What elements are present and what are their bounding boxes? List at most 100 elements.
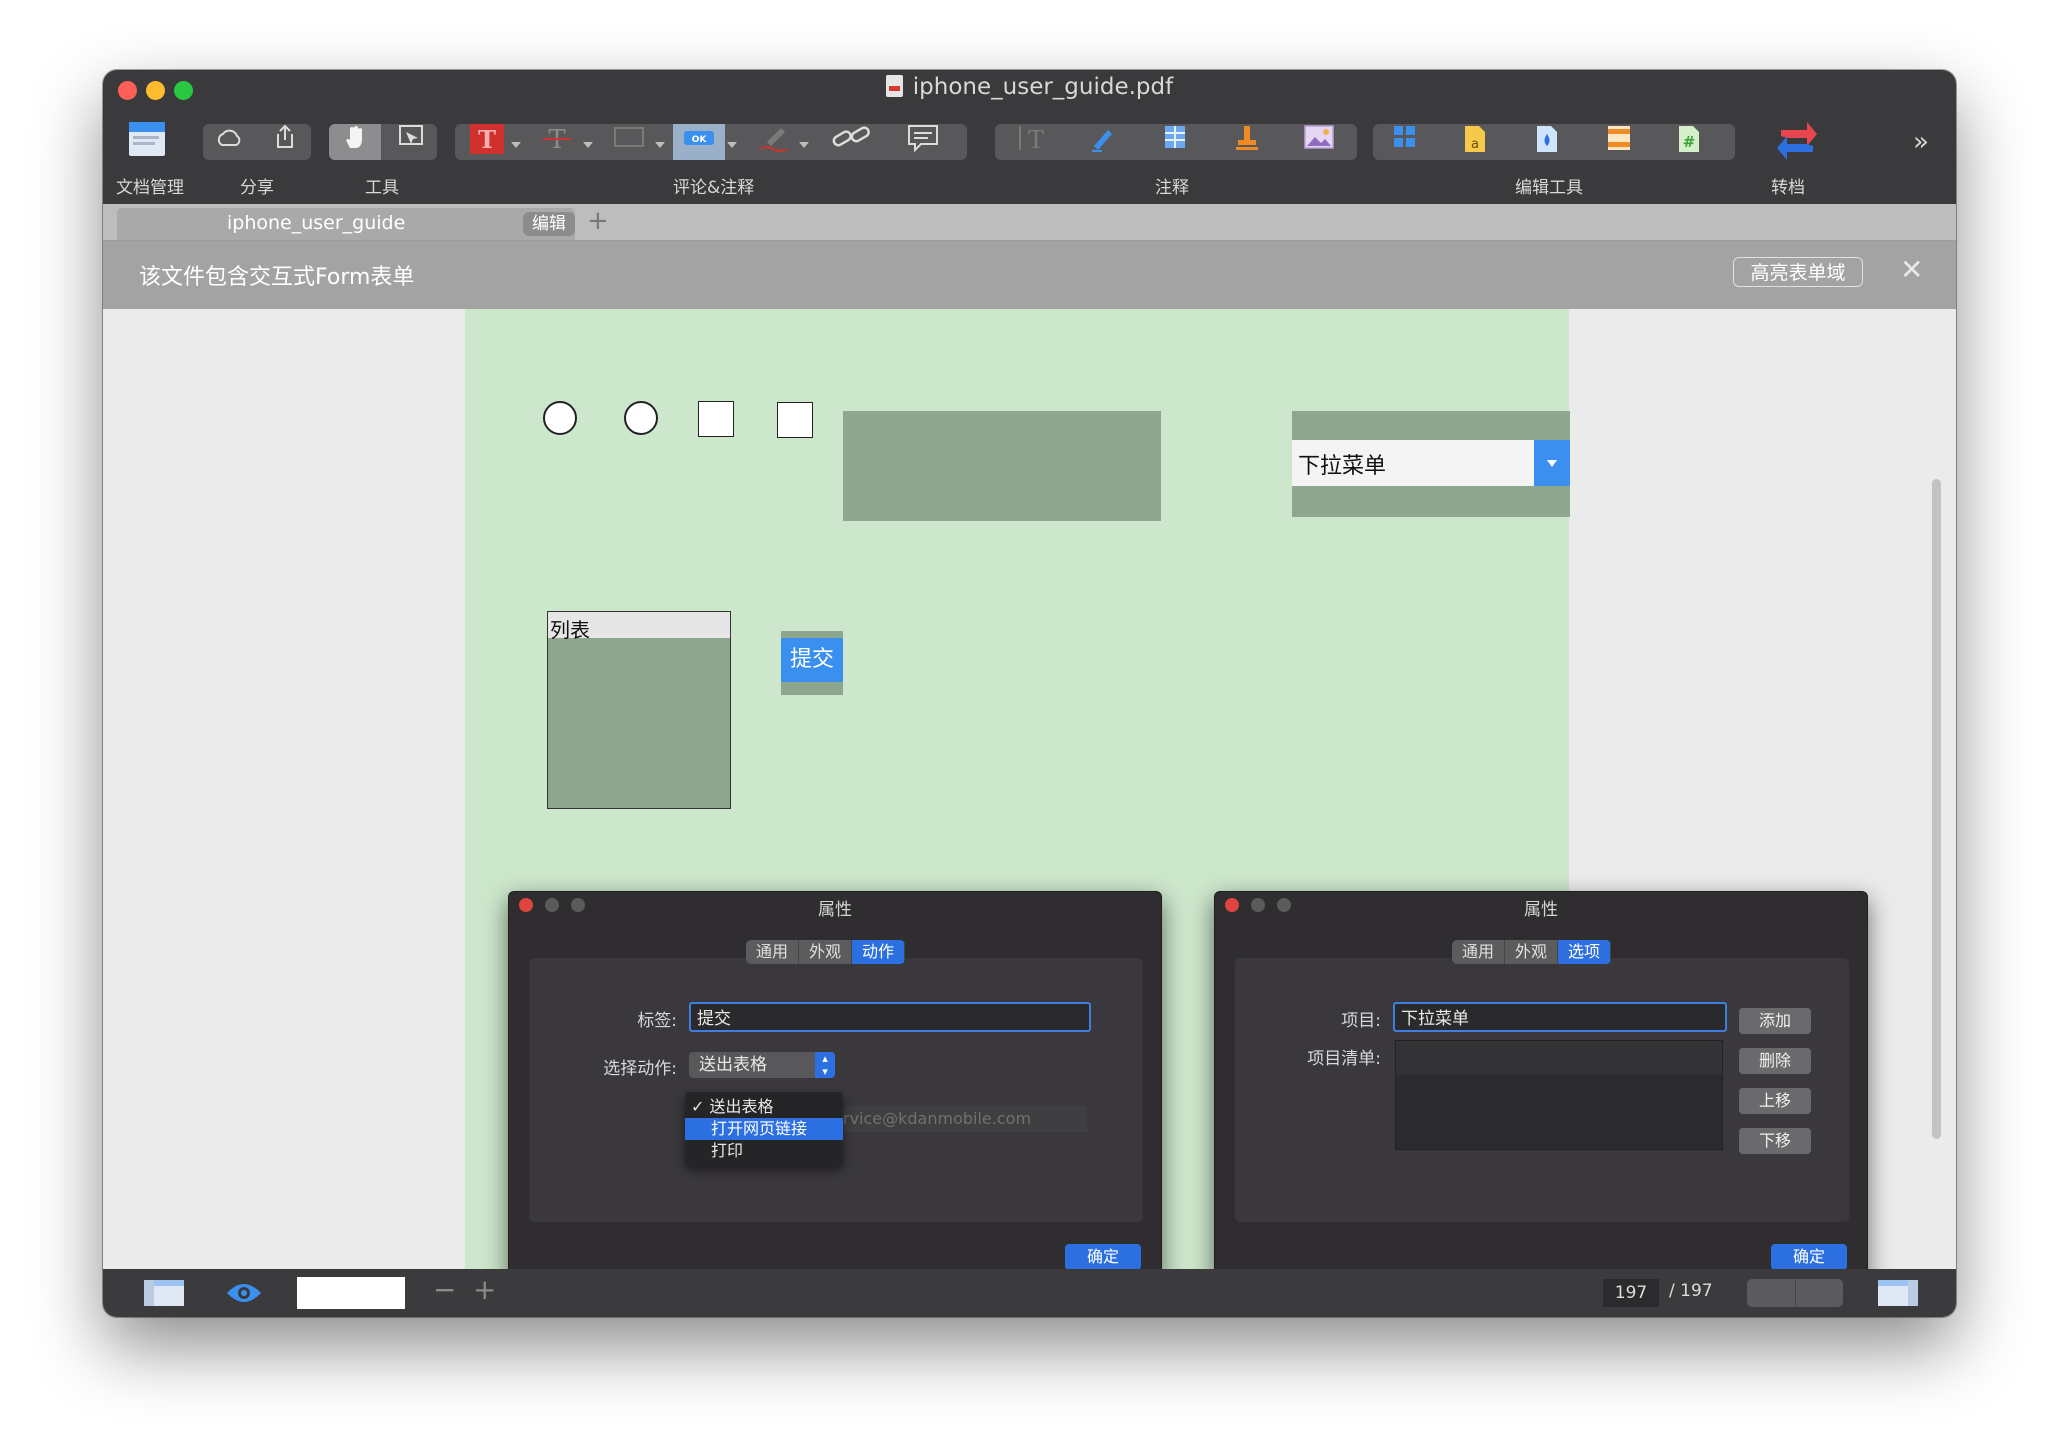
zoom-input[interactable] [297,1277,405,1309]
move-down-button[interactable]: 下移 [1739,1128,1811,1154]
listbox-label: 列表 [550,618,590,642]
action-select-value: 送出表格 [699,1055,767,1075]
ok-button[interactable]: 确定 [1771,1244,1847,1270]
chevron-down-icon[interactable] [511,142,521,148]
chevron-down-icon[interactable] [727,142,737,148]
toolbar-overflow-icon[interactable]: » [1901,124,1941,160]
window-title: iphone_user_guide.pdf [103,74,1956,100]
tab-action[interactable]: 动作 [852,940,906,964]
scrollbar-thumb[interactable] [1932,479,1941,1139]
current-page-input[interactable]: 197 [1603,1279,1659,1307]
checkbox-field[interactable] [698,401,734,437]
add-item-button[interactable]: 添加 [1739,1008,1811,1034]
dropdown-field[interactable]: 下拉菜单 [1292,411,1570,517]
document-tab[interactable]: iphone_user_guide 编辑 [117,208,575,240]
app-window: iphone_user_guide.pdf T T OK T a # » 文档管… [103,70,1956,1317]
text-field[interactable] [843,411,1161,521]
title-toolbar: iphone_user_guide.pdf T T OK T a # » 文档管… [103,70,1956,204]
dialog-tabs: 通用 外观 选项 [1452,940,1612,964]
previous-page-button[interactable] [1747,1279,1796,1307]
dropdown-arrow-icon[interactable] [1534,440,1570,486]
toolbar-label-convert: 转档 [1771,178,1805,198]
select-arrows-icon[interactable]: ▴ ▾ [815,1052,835,1078]
dropdown-control[interactable]: 下拉菜单 [1292,440,1570,486]
signature-pen-icon[interactable] [1077,124,1129,160]
action-select[interactable]: 送出表格 ▴ ▾ [689,1052,835,1078]
freehand-pen-icon[interactable] [749,124,801,160]
toolbar-label-annotation: 注释 [1155,178,1189,198]
strikethrough-icon[interactable]: T [531,124,583,160]
chevron-down-icon[interactable] [583,142,593,148]
document-viewport: 下拉菜单 列表 提交 属性 通用 外观 动作 标签: 提交 选择动作: 送出表格… [103,309,1956,1293]
watermark-icon[interactable] [1521,124,1573,160]
ok-button[interactable]: 确定 [1065,1244,1141,1270]
rectangle-icon[interactable] [603,124,655,160]
chevron-down-icon[interactable] [799,142,809,148]
bates-number-icon[interactable]: # [1663,124,1715,160]
listbox-field[interactable]: 列表 [547,611,731,809]
item-list-row[interactable] [1396,1041,1722,1075]
cloud-icon[interactable] [203,124,255,160]
delete-item-button[interactable]: 删除 [1739,1048,1811,1074]
link-icon[interactable] [825,124,877,160]
item-input[interactable]: 下拉菜单 [1393,1002,1727,1032]
item-list[interactable] [1395,1040,1723,1150]
menu-item-open-link[interactable]: 打开网页链接 [685,1118,843,1140]
svg-text:OK: OK [692,135,708,145]
svg-text:#: # [1683,133,1696,151]
tab-options[interactable]: 选项 [1558,940,1612,964]
toolbar-label-tools: 工具 [365,178,399,198]
zoom-out-button[interactable]: − [433,1273,456,1306]
pdf-file-icon [885,75,903,97]
next-page-button[interactable] [1796,1279,1843,1307]
edit-mode-badge[interactable]: 编辑 [523,212,575,236]
move-up-button[interactable]: 上移 [1739,1088,1811,1114]
add-text-page-icon[interactable]: a [1449,124,1501,160]
total-pages: / 197 [1669,1281,1713,1301]
tab-appearance[interactable]: 外观 [1505,940,1559,964]
form-notice-text: 该文件包含交互式Form表单 [139,265,415,290]
form-button-icon[interactable]: OK [673,124,725,160]
document-manager-icon[interactable] [125,120,169,160]
page-grid-icon[interactable] [1379,124,1431,160]
dropdown-properties-dialog: 属性 通用 外观 选项 项目: 下拉菜单 项目清单: 添加 删除 上移 下移 确… [1214,891,1868,1293]
tab-general[interactable]: 通用 [1452,940,1506,964]
document-tab-bar: iphone_user_guide 编辑 + [103,204,1956,241]
item-caption: 项目: [1341,1011,1381,1031]
vertical-scrollbar[interactable] [1928,309,1946,1269]
convert-icon[interactable] [1769,116,1825,168]
checkbox-field[interactable] [777,402,813,438]
text-highlight-icon[interactable]: T [461,124,513,160]
select-tool-icon[interactable] [385,124,437,160]
dropdown-value: 下拉菜单 [1298,454,1387,479]
email-field-partial[interactable]: rvice@kdanmobile.com [843,1106,1087,1132]
submit-button-field[interactable]: 提交 [781,631,843,695]
text-box-icon[interactable]: T [1007,124,1059,160]
tab-appearance[interactable]: 外观 [799,940,853,964]
radio-button-field[interactable] [543,401,577,435]
radio-button-field[interactable] [624,401,658,435]
toolbar-label-edit: 编辑工具 [1515,178,1583,198]
table-grid-icon[interactable] [1149,124,1201,160]
highlight-fields-button[interactable]: 高亮表单域 [1733,257,1863,287]
tab-general[interactable]: 通用 [746,940,800,964]
page-nav-segment [1747,1279,1843,1307]
toolbar-label-share: 分享 [240,178,274,198]
menu-item-send-form[interactable]: ✓ 送出表格 [685,1096,843,1118]
image-icon[interactable] [1293,124,1345,160]
comment-note-icon[interactable] [897,124,949,160]
menu-item-print[interactable]: 打印 [685,1140,843,1162]
chevron-down-icon[interactable] [655,142,665,148]
zoom-in-button[interactable]: + [473,1273,496,1306]
panel-toggle-icon[interactable] [1877,1279,1919,1311]
sidebar-toggle-icon[interactable] [143,1279,185,1311]
header-footer-icon[interactable] [1593,124,1645,160]
hand-tool-icon[interactable] [329,124,381,160]
label-input[interactable]: 提交 [689,1002,1091,1032]
view-mode-eye-icon[interactable] [225,1281,263,1309]
submit-button-label: 提交 [781,638,843,682]
add-tab-button[interactable]: + [587,204,609,238]
share-icon[interactable] [259,124,311,160]
stamp-icon[interactable] [1221,124,1273,160]
close-icon[interactable]: ✕ [1900,253,1923,286]
